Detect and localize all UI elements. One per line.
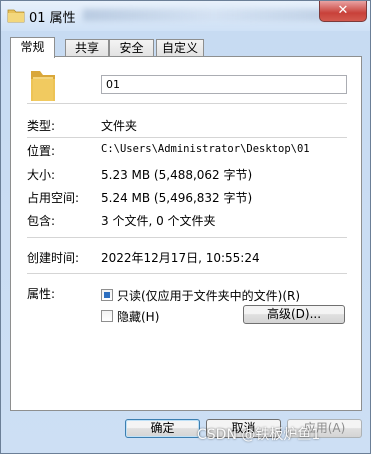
type-label: 类型: bbox=[27, 119, 56, 133]
tab-general[interactable]: 常规 bbox=[10, 37, 55, 58]
hidden-checkbox[interactable] bbox=[101, 310, 113, 322]
blurred-title-area bbox=[83, 9, 343, 21]
divider bbox=[27, 103, 347, 104]
window-title: 01 属性 bbox=[29, 11, 76, 26]
ok-button[interactable]: 确定 bbox=[125, 419, 200, 438]
general-panel: 类型: 文件夹 位置: C:\Users\Administrator\Deskt… bbox=[10, 56, 362, 411]
created-value: 2022年12月17日, 10:55:24 bbox=[101, 251, 260, 265]
tab-security[interactable]: 安全 bbox=[109, 39, 154, 57]
readonly-label[interactable]: 只读(仅应用于文件夹中的文件)(R) bbox=[117, 287, 300, 304]
apply-button[interactable]: 应用(A) bbox=[287, 419, 362, 438]
divider bbox=[27, 137, 347, 138]
close-icon: ✕ bbox=[337, 3, 349, 18]
advanced-button[interactable]: 高级(D)... bbox=[243, 305, 345, 324]
contains-label: 包含: bbox=[27, 214, 56, 228]
divider bbox=[27, 273, 347, 274]
divider bbox=[27, 237, 347, 238]
readonly-checkbox[interactable] bbox=[101, 289, 113, 301]
created-label: 创建时间: bbox=[27, 251, 80, 265]
size-on-disk-value: 5.24 MB (5,496,832 字节) bbox=[101, 191, 253, 205]
properties-window: 01 属性 ✕ 常规 共享 安全 自定义 类型: 文件夹 位置: C:\User… bbox=[0, 0, 371, 454]
hidden-label[interactable]: 隐藏(H) bbox=[117, 308, 159, 325]
tab-customize[interactable]: 自定义 bbox=[156, 39, 204, 57]
attributes-label: 属性: bbox=[27, 287, 56, 301]
type-value: 文件夹 bbox=[101, 119, 138, 133]
folder-icon bbox=[7, 9, 25, 23]
close-button[interactable]: ✕ bbox=[319, 1, 367, 22]
location-label: 位置: bbox=[27, 144, 56, 158]
title-bar[interactable]: 01 属性 ✕ bbox=[1, 1, 370, 31]
size-label: 大小: bbox=[27, 168, 56, 182]
contains-value: 3 个文件, 0 个文件夹 bbox=[101, 214, 216, 228]
location-value: C:\Users\Administrator\Desktop\01 bbox=[101, 143, 310, 155]
folder-name-input[interactable] bbox=[101, 75, 347, 94]
cancel-button[interactable]: 取消 bbox=[206, 419, 281, 438]
size-value: 5.23 MB (5,488,062 字节) bbox=[101, 168, 253, 182]
size-on-disk-label: 占用空间: bbox=[27, 191, 80, 205]
large-folder-icon bbox=[31, 71, 55, 101]
tab-sharing[interactable]: 共享 bbox=[65, 39, 109, 57]
